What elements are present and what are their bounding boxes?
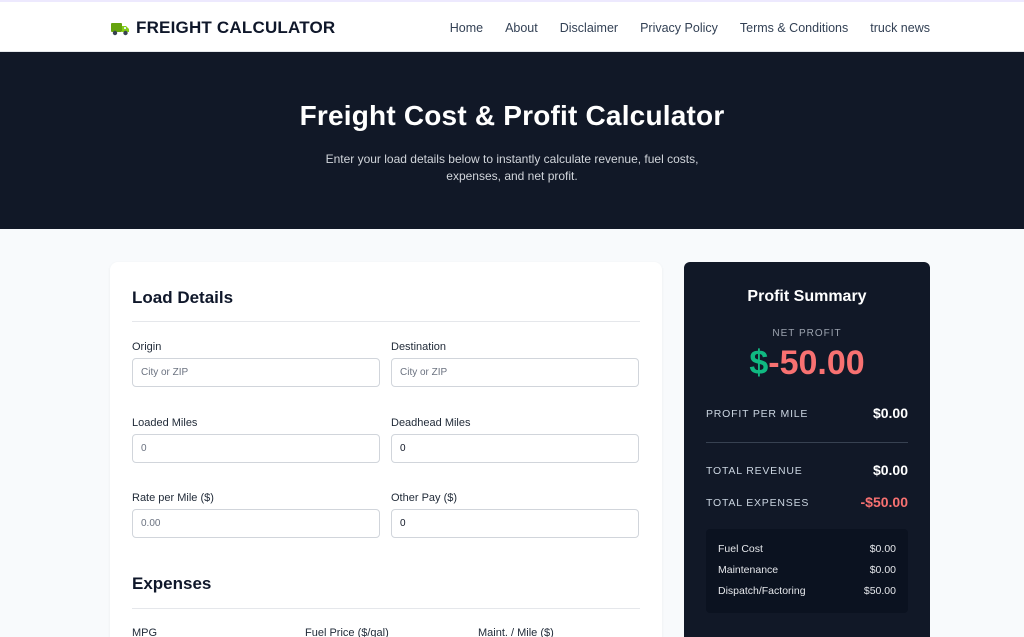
- other-pay-input[interactable]: [391, 509, 639, 538]
- total-revenue-value: $0.00: [872, 462, 908, 478]
- top-navigation-bar: FREIGHT CALCULATOR Home About Disclaimer…: [0, 0, 1024, 52]
- destination-input[interactable]: [391, 358, 639, 387]
- origin-label: Origin: [132, 341, 162, 353]
- brand-logo[interactable]: FREIGHT CALCULATOR: [111, 18, 335, 38]
- hero-banner: Freight Cost & Profit Calculator Enter y…: [0, 52, 1024, 229]
- deadhead-miles-label: Deadhead Miles: [391, 417, 471, 429]
- page-title: Freight Cost & Profit Calculator: [299, 100, 725, 131]
- breakdown-row-dispatch: Dispatch/Factoring $50.00: [718, 585, 896, 597]
- net-profit-currency: $: [749, 344, 769, 382]
- expenses-heading: Expenses: [132, 574, 212, 593]
- breakdown-row-maintenance: Maintenance $0.00: [718, 564, 896, 576]
- nav-home[interactable]: Home: [450, 21, 483, 35]
- destination-label: Destination: [391, 341, 447, 353]
- total-expenses-label: TOTAL EXPENSES: [706, 497, 810, 509]
- breakdown-label: Fuel Cost: [718, 543, 763, 555]
- breakdown-value: $0.00: [869, 564, 896, 576]
- profit-summary-heading: Profit Summary: [747, 288, 867, 305]
- mpg-label: MPG: [132, 627, 158, 637]
- main-nav: Home About Disclaimer Privacy Policy Ter…: [450, 21, 930, 35]
- section-divider: [132, 608, 640, 609]
- other-pay-label: Other Pay ($): [391, 492, 458, 504]
- nav-privacy-policy[interactable]: Privacy Policy: [640, 21, 718, 35]
- brand-name: FREIGHT CALCULATOR: [136, 18, 336, 37]
- expense-breakdown: Fuel Cost $0.00 Maintenance $0.00 Dispat…: [706, 529, 908, 613]
- breakdown-row-fuel: Fuel Cost $0.00: [718, 543, 896, 555]
- profit-per-mile-value: $0.00: [872, 405, 908, 421]
- nav-truck-news[interactable]: truck news: [870, 21, 930, 35]
- nav-disclaimer[interactable]: Disclaimer: [560, 21, 618, 35]
- page-subtitle: Enter your load details below to instant…: [325, 152, 699, 183]
- breakdown-value: $0.00: [869, 543, 896, 555]
- net-profit-amount: -50.00: [768, 344, 865, 382]
- load-details-card: Load Details Origin Destination Loaded M…: [110, 262, 662, 637]
- load-details-heading: Load Details: [132, 288, 234, 307]
- total-expenses-value: -$50.00: [860, 494, 908, 510]
- maintenance-per-mile-label: Maint. / Mile ($): [478, 627, 554, 637]
- truck-icon: [111, 23, 129, 36]
- summary-divider: [706, 442, 908, 443]
- nav-about[interactable]: About: [505, 21, 538, 35]
- total-revenue-label: TOTAL REVENUE: [706, 465, 803, 477]
- breakdown-label: Maintenance: [718, 564, 779, 576]
- origin-input[interactable]: [132, 358, 380, 387]
- deadhead-miles-input[interactable]: [391, 434, 639, 463]
- breakdown-value: $50.00: [863, 585, 896, 597]
- profit-summary-panel: Profit Summary NET PROFIT $-50.00 PROFIT…: [684, 262, 930, 637]
- loaded-miles-input[interactable]: [132, 434, 380, 463]
- loaded-miles-label: Loaded Miles: [132, 417, 198, 429]
- fuel-price-label: Fuel Price ($/gal): [305, 627, 389, 637]
- net-profit-label: NET PROFIT: [772, 328, 842, 339]
- net-profit-value: $-50.00: [684, 344, 930, 383]
- rate-per-mile-label: Rate per Mile ($): [132, 492, 214, 504]
- profit-per-mile-label: PROFIT PER MILE: [706, 408, 809, 420]
- breakdown-label: Dispatch/Factoring: [718, 585, 806, 597]
- section-divider: [132, 321, 640, 322]
- nav-terms-conditions[interactable]: Terms & Conditions: [740, 21, 848, 35]
- rate-per-mile-input[interactable]: [132, 509, 380, 538]
